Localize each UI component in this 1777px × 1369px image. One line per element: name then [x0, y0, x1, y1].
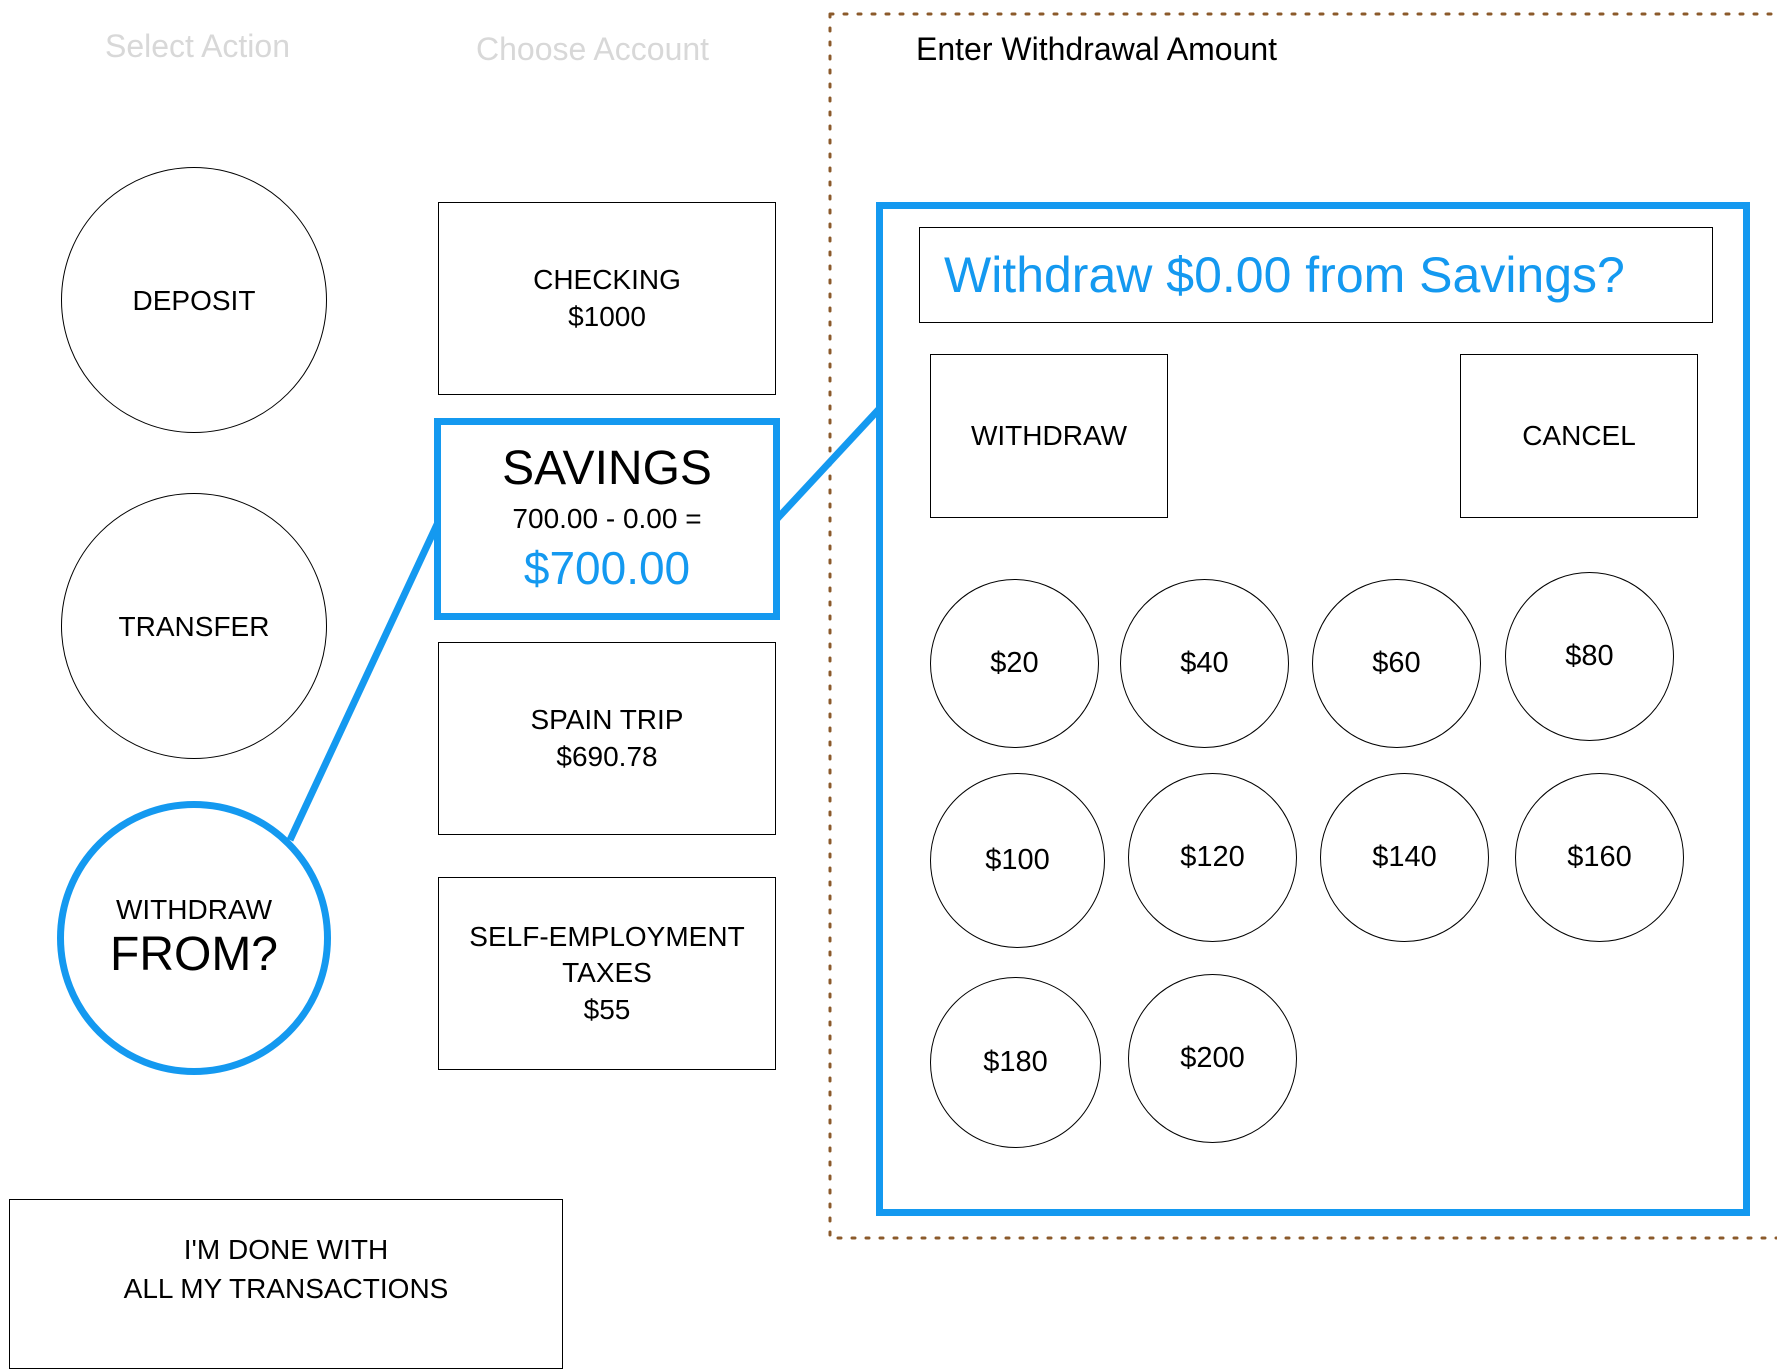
withdraw-prompt: Withdraw $0.00 from Savings? [944, 246, 1625, 303]
amount-40-label: $40 [1180, 647, 1229, 680]
amount-180-button[interactable]: $180 [930, 977, 1101, 1148]
account-self-employment-name: SELF-EMPLOYMENT [469, 920, 745, 952]
step-enter-amount: Enter Withdrawal Amount [916, 31, 1278, 67]
amount-160-label: $160 [1567, 841, 1632, 874]
cancel-button[interactable]: CANCEL [1460, 354, 1698, 518]
amount-100-button[interactable]: $100 [930, 773, 1105, 948]
amount-60-label: $60 [1372, 647, 1421, 680]
deposit-label: DEPOSIT [132, 284, 256, 316]
step-choose-account: Choose Account [476, 31, 710, 67]
done-label-line2: ALL MY TRANSACTIONS [123, 1273, 449, 1304]
deposit-button[interactable]: DEPOSIT [61, 167, 327, 433]
amount-140-button[interactable]: $140 [1320, 773, 1489, 942]
amount-80-button[interactable]: $80 [1505, 572, 1674, 741]
account-checking-balance: $1000 [568, 300, 646, 332]
cancel-label: CANCEL [1522, 419, 1636, 451]
step-select-action: Select Action [105, 28, 290, 64]
account-savings-name: SAVINGS [502, 442, 712, 496]
done-label-line1: I'M DONE WITH [183, 1233, 389, 1265]
account-checking-name: CHECKING [533, 264, 681, 296]
account-self-employment-balance: $55 [583, 993, 631, 1025]
withdraw-from-label: FROM? [110, 927, 278, 981]
amount-160-button[interactable]: $160 [1515, 773, 1684, 942]
amount-180-label: $180 [983, 1046, 1048, 1079]
account-savings-result: $700.00 [523, 542, 691, 595]
account-self-employment[interactable]: SELF-EMPLOYMENT TAXES $55 [438, 877, 776, 1070]
confirm-withdraw-button[interactable]: WITHDRAW [930, 354, 1168, 518]
account-spain-trip-balance: $690.78 [556, 740, 658, 772]
withdraw-prompt-box: Withdraw $0.00 from Savings? [919, 227, 1713, 323]
account-spain-trip-name: SPAIN TRIP [530, 704, 684, 736]
amount-200-label: $200 [1180, 1042, 1245, 1075]
withdraw-label: WITHDRAW [115, 894, 273, 926]
transfer-button[interactable]: TRANSFER [61, 493, 327, 759]
amount-140-label: $140 [1372, 841, 1437, 874]
amount-200-button[interactable]: $200 [1128, 974, 1297, 1143]
account-self-employment-name-2: TAXES [562, 957, 652, 989]
amount-120-label: $120 [1180, 841, 1245, 874]
amount-120-button[interactable]: $120 [1128, 773, 1297, 942]
account-savings[interactable]: SAVINGS 700.00 - 0.00 = $700.00 [434, 418, 780, 620]
amount-80-label: $80 [1565, 640, 1614, 673]
withdraw-button[interactable]: WITHDRAW FROM? [57, 801, 331, 1075]
connector-account-to-panel [773, 405, 883, 523]
transfer-label: TRANSFER [118, 610, 270, 642]
amount-40-button[interactable]: $40 [1120, 579, 1289, 748]
account-spain-trip[interactable]: SPAIN TRIP $690.78 [438, 642, 776, 835]
amount-100-label: $100 [985, 844, 1050, 877]
account-checking[interactable]: CHECKING $1000 [438, 202, 776, 395]
amount-60-button[interactable]: $60 [1312, 579, 1481, 748]
account-savings-formula: 700.00 - 0.00 = [512, 503, 702, 535]
done-button[interactable]: I'M DONE WITH ALL MY TRANSACTIONS [9, 1199, 563, 1369]
confirm-withdraw-label: WITHDRAW [970, 419, 1128, 451]
amount-20-label: $20 [990, 647, 1039, 680]
amount-20-button[interactable]: $20 [930, 579, 1099, 748]
